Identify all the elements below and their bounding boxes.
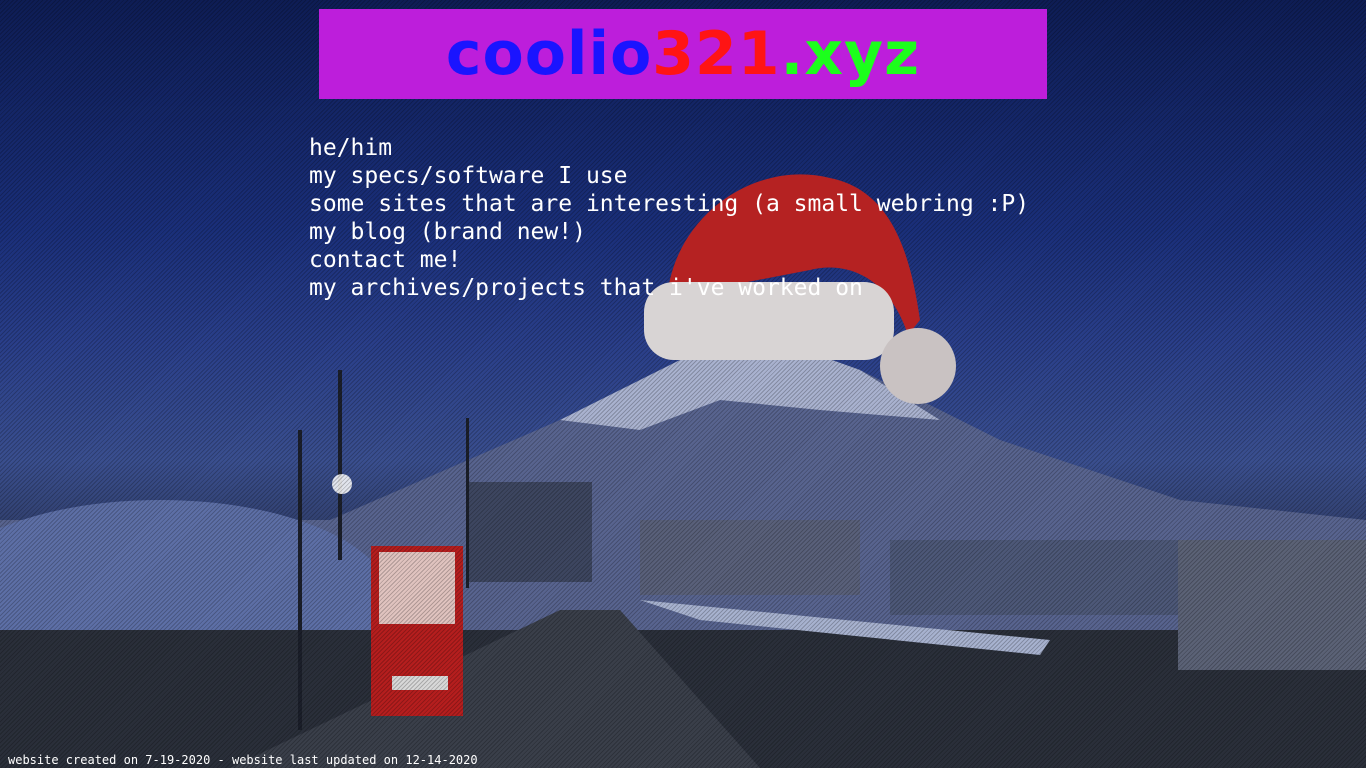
main-nav: he/him my specs/software I use some site… [309,134,1029,302]
nav-link-specs[interactable]: my specs/software I use [309,162,1029,190]
site-header-banner: coolio321.xyz [319,9,1047,99]
nav-link-contact[interactable]: contact me! [309,246,1029,274]
site-footer-text: website created on 7-19-2020 - website l… [8,753,478,767]
site-title-part-name: coolio [445,19,653,89]
site-title-part-number: 321 [652,19,781,89]
pronouns-text: he/him [309,135,393,161]
nav-link-webring[interactable]: some sites that are interesting (a small… [309,190,1029,218]
nav-link-archives[interactable]: my archives/projects that i've worked on [309,274,1029,302]
site-title: coolio321.xyz [446,24,920,84]
site-title-part-tld: .xyz [780,19,921,89]
nav-link-blog[interactable]: my blog (brand new!) [309,218,1029,246]
